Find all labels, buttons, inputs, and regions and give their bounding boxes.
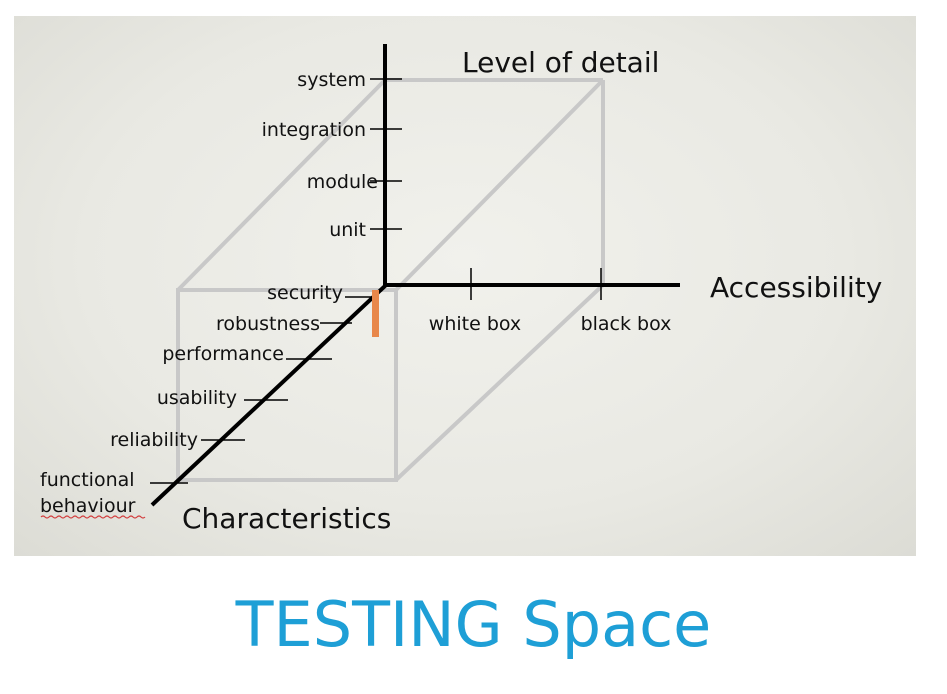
- tick-label-integration: integration: [262, 119, 366, 141]
- tick-label-black-box: black box: [581, 313, 672, 335]
- tick-label-white-box: white box: [429, 313, 521, 335]
- tick-label-security: security: [267, 282, 343, 304]
- tick-label-system: system: [297, 69, 366, 91]
- slide: Level of detail Accessibility Characteri…: [0, 0, 947, 694]
- axis-title-accessibility: Accessibility: [710, 271, 882, 304]
- tick-label-usability: usability: [157, 387, 237, 409]
- cube-edge: [394, 78, 605, 292]
- highlight-marker: [372, 290, 379, 337]
- slide-title: TESTING Space: [235, 588, 712, 661]
- axis-title-level-of-detail: Level of detail: [462, 46, 659, 79]
- tick-label-reliability: reliability: [110, 429, 198, 451]
- axis-title-characteristics: Characteristics: [182, 502, 391, 535]
- tick-label-module: module: [307, 171, 378, 193]
- tick-label-behaviour: behaviour: [40, 495, 136, 517]
- tick-label-unit: unit: [329, 219, 366, 241]
- tick-label-performance: performance: [162, 343, 284, 365]
- tick-label-robustness: robustness: [216, 313, 320, 335]
- tick-label-functional: functional: [40, 469, 135, 491]
